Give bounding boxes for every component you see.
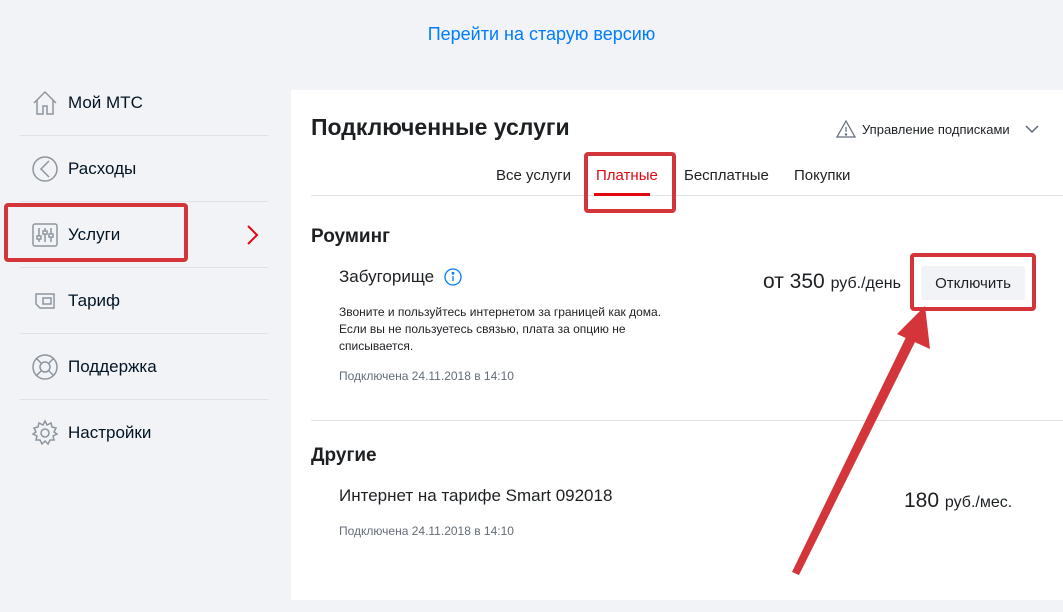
services-panel: Подключенные услуги Управление подпискам…	[291, 90, 1063, 600]
subscriptions-label: Управление подписками	[862, 121, 1010, 137]
chevron-right-icon	[242, 224, 262, 246]
sidebar-item-settings[interactable]: Настройки	[20, 400, 268, 466]
sidebar-item-expenses[interactable]: Расходы	[20, 136, 268, 202]
service-connected-date: Подключена 24.11.2018 в 14:10	[339, 369, 514, 383]
service-name: Интернет на тарифе Smart 092018	[339, 486, 612, 506]
subscriptions-dropdown[interactable]: Управление подписками	[836, 120, 1040, 138]
sidebar-item-label: Услуги	[68, 224, 121, 244]
chevron-down-icon	[1025, 125, 1039, 134]
service-price: от 350 руб./день	[763, 270, 901, 294]
tab-paid[interactable]: Платные	[596, 167, 658, 184]
sidebar-item-label: Мой МТС	[68, 92, 143, 112]
tab-all-services[interactable]: Все услуги	[496, 167, 571, 184]
sim-card-icon	[30, 286, 60, 316]
service-price: 180 руб./мес.	[904, 489, 1012, 513]
sidebar-item-label: Тариф	[68, 290, 121, 310]
sliders-icon	[30, 220, 60, 250]
expenses-icon	[30, 154, 60, 184]
sidebar-nav: Мой МТС Расходы Услуги Тариф Поддержка Н…	[20, 70, 268, 466]
service-name-text: Интернет на тарифе Smart 092018	[339, 486, 613, 505]
section-divider	[311, 420, 1063, 421]
sidebar-item-support[interactable]: Поддержка	[20, 334, 268, 400]
info-icon[interactable]	[444, 268, 462, 286]
price-value: от 350	[763, 270, 825, 293]
disable-button[interactable]: Отключить	[921, 266, 1025, 300]
page-title: Подключенные услуги	[311, 114, 570, 140]
gear-icon	[30, 418, 60, 448]
sidebar-item-tariff[interactable]: Тариф	[20, 268, 268, 334]
tab-free[interactable]: Бесплатные	[684, 167, 769, 184]
tab-purchases[interactable]: Покупки	[794, 167, 850, 184]
sidebar-item-label: Настройки	[68, 423, 152, 442]
sidebar-item-my-mts[interactable]: Мой МТС	[20, 70, 268, 136]
section-title-other: Другие	[311, 445, 377, 466]
price-unit: руб./день	[830, 275, 901, 292]
warning-icon	[836, 120, 856, 138]
tabs-bar: Все услуги Платные Бесплатные Покупки	[311, 164, 1063, 196]
section-title-roaming: Роуминг	[311, 226, 390, 247]
old-version-link[interactable]: Перейти на старую версию	[0, 24, 1063, 45]
home-icon	[30, 88, 60, 118]
service-name-text: Забугорище	[339, 267, 435, 286]
sidebar-item-label: Поддержка	[68, 356, 157, 376]
sidebar-item-services[interactable]: Услуги	[20, 202, 268, 268]
service-description: Звоните и пользуйтесь интернетом за гран…	[339, 305, 662, 353]
service-name: Забугорище	[339, 267, 462, 287]
lifebuoy-icon	[30, 352, 60, 382]
active-tab-indicator	[594, 193, 650, 196]
service-connected-date: Подключена 24.11.2018 в 14:10	[339, 524, 514, 538]
sidebar-item-label: Расходы	[68, 158, 137, 178]
price-value: 180	[904, 489, 940, 512]
price-unit: руб./мес.	[944, 494, 1013, 511]
